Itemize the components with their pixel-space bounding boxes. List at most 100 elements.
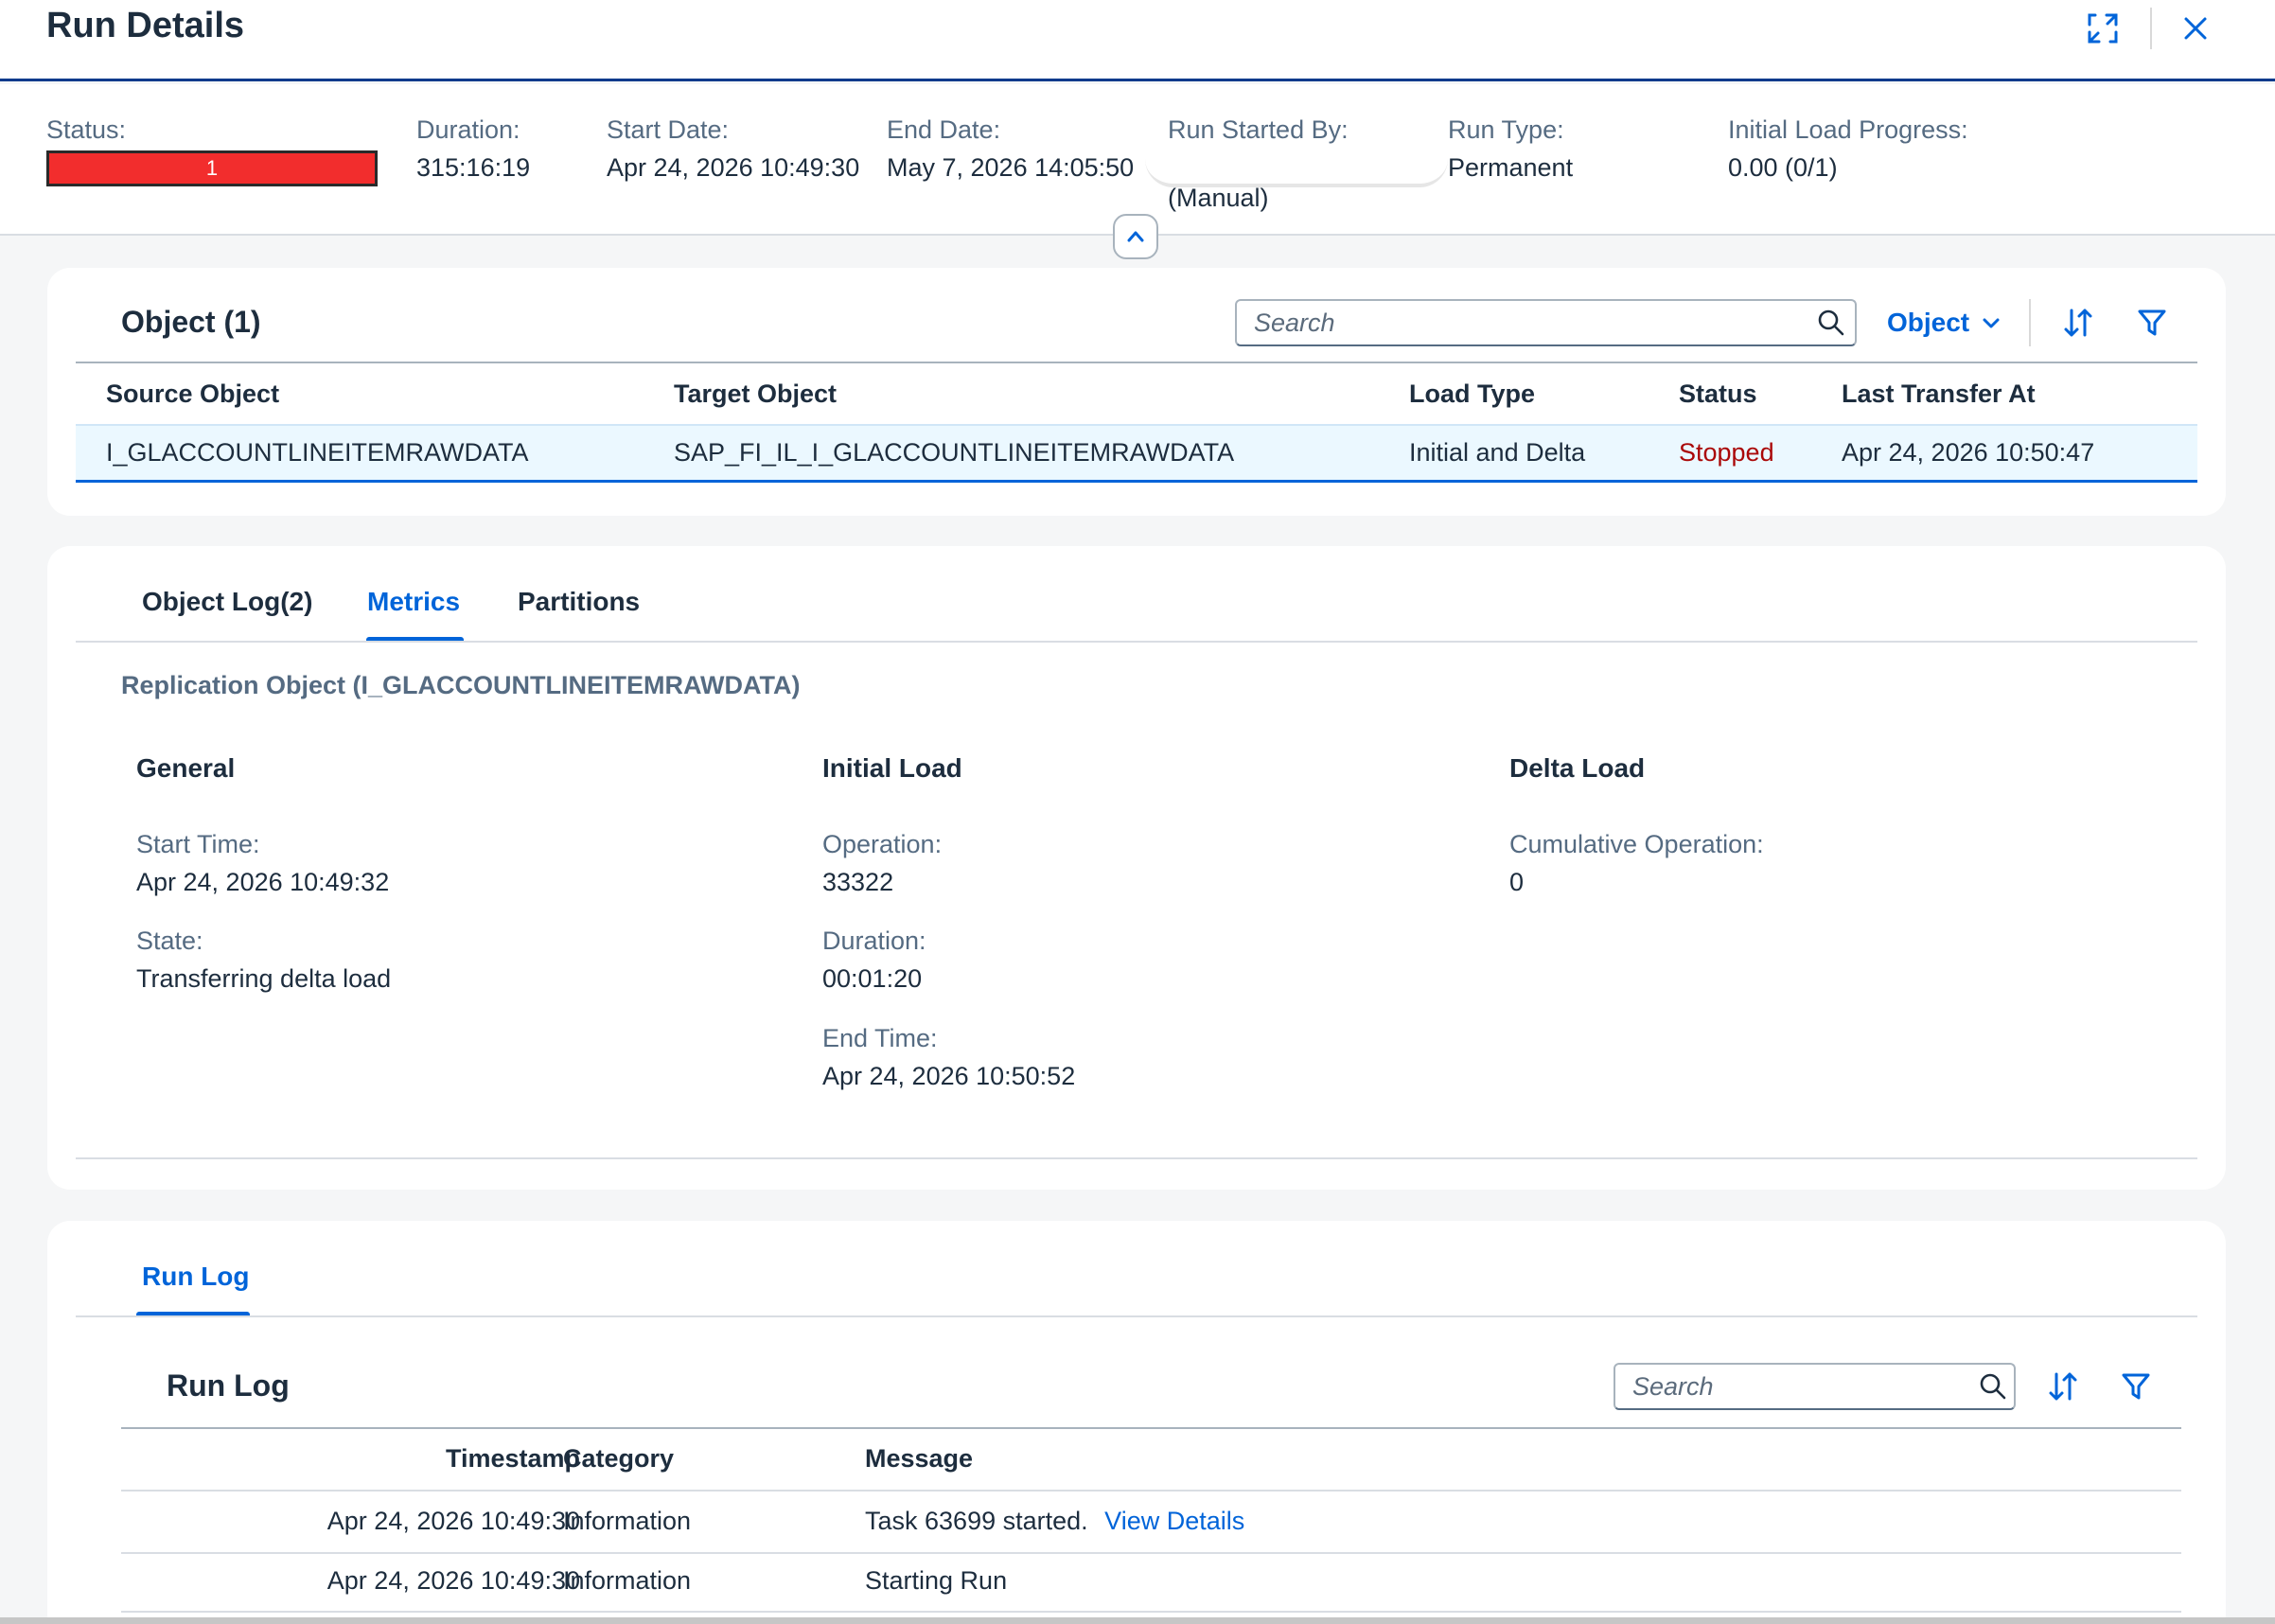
run-type-label: Run Type: — [1448, 115, 1564, 144]
table-row[interactable]: I_GLACCOUNTLINEITEMRAWDATA SAP_FI_IL_I_G… — [76, 424, 2197, 483]
dialog-header: Run Details — [0, 0, 2275, 81]
category-cell: Information — [563, 1507, 692, 1535]
object-card: Object (1) Object Source Object Target O… — [47, 268, 2226, 516]
tab-metrics[interactable]: Metrics — [367, 587, 460, 617]
column-status[interactable]: Status — [1679, 380, 1757, 409]
redacted-user — [1145, 159, 1448, 187]
column-last-transfer-at[interactable]: Last Transfer At — [1842, 380, 2036, 409]
run-type-field: Run Type: Permanent — [1448, 113, 1573, 185]
end-date-label: End Date: — [887, 115, 1001, 144]
source-object-cell: I_GLACCOUNTLINEITEMRAWDATA — [106, 438, 529, 467]
message-cell: Task 63699 started. View Details — [865, 1507, 1244, 1536]
run-summary: Status: 1 Duration: 315:16:19 Start Date… — [0, 84, 2275, 236]
load-type-cell: Initial and Delta — [1409, 438, 1586, 467]
expand-button[interactable] — [2074, 8, 2131, 49]
run-log-tab-bottom-line — [76, 1315, 2197, 1317]
search-icon[interactable] — [1808, 309, 1855, 337]
object-filter-select-label: Object — [1887, 308, 1970, 337]
run-started-by-label: Run Started By: — [1168, 115, 1349, 144]
column-message[interactable]: Message — [865, 1444, 973, 1474]
initial-load-progress-label: Initial Load Progress: — [1728, 115, 1968, 144]
duration-field: Duration: 315:16:19 — [416, 113, 530, 185]
delta-load-title: Delta Load — [1509, 753, 1646, 783]
window-bottom-edge — [0, 1617, 2275, 1624]
column-target-object[interactable]: Target Object — [674, 380, 837, 409]
tab-run-log[interactable]: Run Log — [142, 1262, 250, 1292]
search-icon[interactable] — [1972, 1372, 2014, 1401]
end-time-value: Apr 24, 2026 10:50:52 — [822, 1062, 1076, 1090]
general-title: General — [136, 753, 236, 783]
object-details-card: Object Log(2) Metrics Partitions Replica… — [47, 546, 2226, 1190]
page-title: Run Details — [46, 6, 245, 45]
row-divider — [121, 1611, 2181, 1613]
object-sort-button[interactable] — [2054, 299, 2103, 346]
expand-icon — [2088, 13, 2118, 44]
timestamp-cell: Apr 24, 2026 10:49:30 — [326, 1507, 580, 1535]
status-label: Status: — [46, 115, 127, 144]
timestamp-cell: Apr 24, 2026 10:49:30 — [326, 1566, 580, 1595]
start-time-label: Start Time: — [136, 830, 260, 858]
initial-load-progress-field: Initial Load Progress: 0.00 (0/1) — [1728, 113, 1968, 185]
sort-icon — [2064, 309, 2092, 337]
duration-value: 315:16:19 — [416, 153, 531, 182]
collapse-header-button[interactable] — [1113, 214, 1158, 259]
close-button[interactable] — [2167, 8, 2224, 49]
status-progress-bar: 1 — [46, 150, 378, 186]
object-search[interactable] — [1235, 299, 1857, 346]
row-divider — [121, 1552, 2181, 1554]
last-transfer-cell: Apr 24, 2026 10:50:47 — [1842, 438, 2095, 467]
chevron-up-icon — [1127, 231, 1144, 242]
column-category[interactable]: Category — [563, 1444, 674, 1474]
message-cell: Starting Run — [865, 1566, 1008, 1595]
initial-load-progress-value: 0.00 (0/1) — [1728, 153, 1838, 182]
end-date-field: End Date: May 7, 2026 14:05:50 — [887, 113, 1134, 185]
view-details-link[interactable]: View Details — [1104, 1507, 1244, 1535]
start-date-field: Start Date: Apr 24, 2026 10:49:30 — [607, 113, 859, 185]
run-log-filter-button[interactable] — [2111, 1363, 2160, 1410]
run-log-sort-button[interactable] — [2038, 1363, 2088, 1410]
target-object-link[interactable]: SAP_FI_IL_I_GLACCOUNTLINEITEMRAWDATA — [674, 438, 1234, 468]
category-cell: Information — [563, 1566, 692, 1595]
run-log-card: Run Log Run Log Timestamp Category Messa… — [47, 1221, 2226, 1624]
run-log-header-bottom-line — [121, 1490, 2181, 1492]
tab-object-log[interactable]: Object Log(2) — [142, 587, 312, 617]
state-label: State: — [136, 927, 203, 955]
object-filter-button[interactable] — [2127, 299, 2177, 346]
replication-object-title: Replication Object (I_GLACCOUNTLINEITEMR… — [121, 671, 801, 699]
duration-label: Duration: — [416, 115, 520, 144]
chevron-down-icon — [1983, 318, 2000, 328]
initial-duration-label: Duration: — [822, 927, 926, 955]
object-table-title: Object (1) — [121, 305, 261, 339]
column-timestamp[interactable]: Timestamp — [121, 1444, 580, 1474]
end-date-value: May 7, 2026 14:05:50 — [887, 153, 1135, 182]
operation-label: Operation: — [822, 830, 943, 858]
initial-duration-value: 00:01:20 — [822, 964, 923, 993]
column-source-object[interactable]: Source Object — [106, 380, 279, 409]
start-date-label: Start Date: — [607, 115, 730, 144]
message-text: Task 63699 started. — [865, 1507, 1088, 1535]
column-load-type[interactable]: Load Type — [1409, 380, 1535, 409]
sort-icon — [2049, 1372, 2077, 1401]
run-log-search-input[interactable] — [1615, 1371, 1972, 1402]
object-filter-select[interactable]: Object — [1887, 299, 2003, 346]
cumulative-operation-value: 0 — [1509, 868, 1525, 896]
start-date-value: Apr 24, 2026 10:49:30 — [607, 153, 860, 182]
status-field: Status: 1 — [46, 113, 378, 186]
start-time-value: Apr 24, 2026 10:49:32 — [136, 868, 390, 896]
table-header-top-line — [76, 362, 2197, 363]
initial-load-title: Initial Load — [822, 753, 962, 783]
run-log-title: Run Log — [167, 1368, 290, 1403]
header-divider — [2150, 8, 2152, 49]
filter-icon — [2122, 1373, 2150, 1400]
tab-partitions[interactable]: Partitions — [518, 587, 640, 617]
tab-bar-bottom-line — [76, 641, 2197, 643]
operation-value: 33322 — [822, 868, 894, 896]
details-bottom-line — [76, 1157, 2197, 1159]
status-cell: Stopped — [1679, 438, 1774, 467]
run-log-search[interactable] — [1614, 1363, 2016, 1410]
close-icon — [2184, 17, 2207, 40]
cumulative-operation-label: Cumulative Operation: — [1509, 830, 1764, 858]
filter-icon — [2138, 309, 2166, 336]
object-search-input[interactable] — [1237, 308, 1808, 338]
end-time-label: End Time: — [822, 1024, 938, 1052]
